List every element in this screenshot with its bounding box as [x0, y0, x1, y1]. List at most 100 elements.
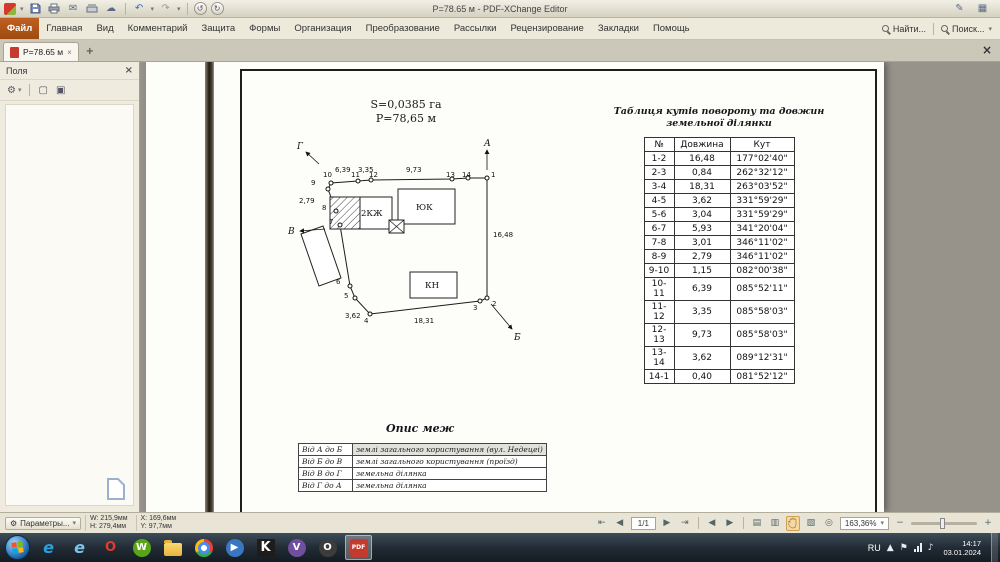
menu-item-10[interactable]: Рецензирование — [503, 18, 590, 39]
history-forward-button[interactable]: ↻ — [211, 2, 224, 15]
zoom-level-dropdown[interactable]: 163,36% ▾ — [840, 517, 889, 530]
plot-label: 9,73 — [406, 166, 422, 174]
plot-label: 8 — [322, 204, 326, 212]
taskbar-icon-webmoney[interactable]: W — [128, 535, 155, 560]
single-page-layout-button[interactable]: ▤ — [750, 516, 764, 531]
angle-table-row: 3-418,31263°03'52" — [644, 180, 794, 194]
menu-item-2[interactable]: Главная — [39, 18, 89, 39]
redo-caret-icon[interactable]: ▾ — [177, 5, 181, 13]
divider — [933, 23, 934, 35]
menu-item-8[interactable]: Преобразование — [359, 18, 447, 39]
layout-grid-icon[interactable]: ▦ — [975, 2, 990, 16]
hidden-icons-button[interactable]: ▲ — [887, 543, 894, 553]
taskbar-icon-o-app[interactable]: O — [314, 535, 341, 560]
plot-label: 7 — [329, 218, 333, 226]
close-document-button[interactable]: × — [978, 41, 996, 59]
menu-item-1[interactable]: Файл — [0, 18, 39, 39]
plot-label: 3,62 — [345, 312, 361, 320]
action-center-icon[interactable]: ⚑ — [900, 543, 908, 553]
previous-view-button[interactable]: ◀ — [705, 516, 719, 531]
snapshot-tool-button[interactable]: ▧ — [804, 516, 818, 531]
plot-label: 9 — [311, 179, 315, 187]
undo-icon[interactable]: ↶ — [132, 2, 147, 16]
document-view-area[interactable]: S=0,0385 га P=78,65 м — [140, 62, 1000, 512]
system-tray: RU ▲ ⚑ ♪ 14:17 03.01.2024 — [868, 533, 1000, 562]
show-desktop-button[interactable] — [991, 533, 998, 562]
angle-table-row: 13-143,62089°12'31" — [644, 347, 794, 370]
taskbar-icon-chrome[interactable] — [190, 535, 217, 560]
edit-mode-icon[interactable]: ✎ — [952, 2, 967, 16]
volume-icon[interactable]: ♪ — [928, 543, 934, 553]
panel-close-icon[interactable]: × — [125, 65, 133, 76]
next-page-button[interactable]: ▶ — [660, 516, 674, 531]
select-tool-button[interactable]: ◎ — [822, 516, 836, 531]
menu-bar: ФайлГлавнаяВидКомментарийЗащитаФормыОрга… — [0, 18, 1000, 40]
add-field-button[interactable]: ▣ — [54, 84, 67, 97]
email-icon[interactable]: ✉ — [66, 2, 81, 16]
search-button[interactable]: Поиск... ▾ — [941, 24, 992, 34]
parameters-dropdown[interactable]: ⚙ Параметры... ▾ — [5, 517, 81, 530]
plot-label: 1 — [491, 171, 495, 179]
angle-table-row: 12-139,73085°58'03" — [644, 324, 794, 347]
taskbar-icon-opera[interactable]: O — [97, 535, 124, 560]
print-icon[interactable] — [47, 2, 62, 16]
page-number-field[interactable]: 1/1 — [631, 517, 656, 530]
windows-logo-icon — [11, 541, 23, 553]
zoom-out-button[interactable]: − — [893, 516, 907, 531]
pdf-file-icon — [10, 47, 19, 58]
hand-tool-button[interactable] — [786, 516, 800, 531]
new-tab-button[interactable]: + — [82, 43, 98, 59]
menu-item-12[interactable]: Помощь — [646, 18, 697, 39]
document-tab-label: P=78.65 м — [23, 47, 63, 57]
previous-page-button[interactable]: ◀ — [613, 516, 627, 531]
history-back-button[interactable]: ↺ — [194, 2, 207, 15]
taskbar-icon-folder[interactable] — [159, 535, 186, 560]
divider — [125, 3, 126, 15]
document-tab[interactable]: P=78.65 м × — [3, 42, 79, 61]
building-label: ЮК — [416, 203, 433, 213]
taskbar-icon-ie[interactable]: e — [35, 535, 62, 560]
language-indicator[interactable]: RU — [868, 543, 881, 553]
taskbar-icon-browser-e[interactable]: e — [66, 535, 93, 560]
menu-item-7[interactable]: Организация — [287, 18, 358, 39]
taskbar-icon-pdf-editor[interactable]: PDF — [345, 535, 372, 560]
zoom-slider-thumb[interactable] — [940, 518, 945, 529]
clock[interactable]: 14:17 03.01.2024 — [939, 539, 985, 557]
taskbar-icon-media-player[interactable]: ▶ — [221, 535, 248, 560]
quick-access-caret-icon[interactable]: ▾ — [20, 5, 24, 13]
fields-list[interactable] — [5, 104, 134, 506]
menu-item-9[interactable]: Рассылки — [447, 18, 504, 39]
plot-label: 6 — [336, 278, 341, 286]
building-label: КН — [425, 281, 439, 291]
continuous-layout-button[interactable]: ▥ — [768, 516, 782, 531]
tab-close-icon[interactable]: × — [67, 48, 72, 57]
document-tab-bar: P=78.65 м × + × — [0, 40, 1000, 62]
zoom-in-button[interactable]: + — [981, 516, 995, 531]
pdf-xchange-editor-window: ▾ ✉ ☁ ↶ ▾ ↷ ▾ ↺ ↻ P=78.65 м - PDF-XChang… — [0, 0, 1000, 562]
zoom-slider[interactable] — [911, 522, 977, 525]
first-page-button[interactable]: ⇤ — [595, 516, 609, 531]
plot-label: 10 — [323, 171, 332, 179]
taskbar-icon-k-app[interactable]: K — [252, 535, 279, 560]
next-view-button[interactable]: ▶ — [723, 516, 737, 531]
start-button[interactable] — [5, 535, 30, 560]
fields-options-button[interactable]: ⚙ ▾ — [5, 84, 23, 97]
redo-icon[interactable]: ↷ — [158, 2, 173, 16]
menu-item-5[interactable]: Защита — [194, 18, 242, 39]
save-icon[interactable] — [28, 2, 43, 16]
menu-item-6[interactable]: Формы — [242, 18, 287, 39]
menu-item-3[interactable]: Вид — [89, 18, 120, 39]
menu-item-4[interactable]: Комментарий — [121, 18, 195, 39]
find-button[interactable]: Найти... — [882, 24, 926, 34]
scan-icon[interactable] — [85, 2, 100, 16]
building-label: 2КЖ — [361, 209, 383, 219]
fields-panel: Поля × ⚙ ▾ ▢ ▣ — [0, 62, 140, 512]
highlight-fields-button[interactable]: ▢ — [36, 84, 49, 97]
menu-item-11[interactable]: Закладки — [591, 18, 646, 39]
undo-caret-icon[interactable]: ▾ — [151, 5, 155, 13]
taskbar-icon-viber[interactable]: V — [283, 535, 310, 560]
gear-icon: ⚙ — [10, 519, 17, 528]
last-page-button[interactable]: ⇥ — [678, 516, 692, 531]
cloud-icon[interactable]: ☁ — [104, 2, 119, 16]
network-icon[interactable] — [914, 543, 922, 552]
